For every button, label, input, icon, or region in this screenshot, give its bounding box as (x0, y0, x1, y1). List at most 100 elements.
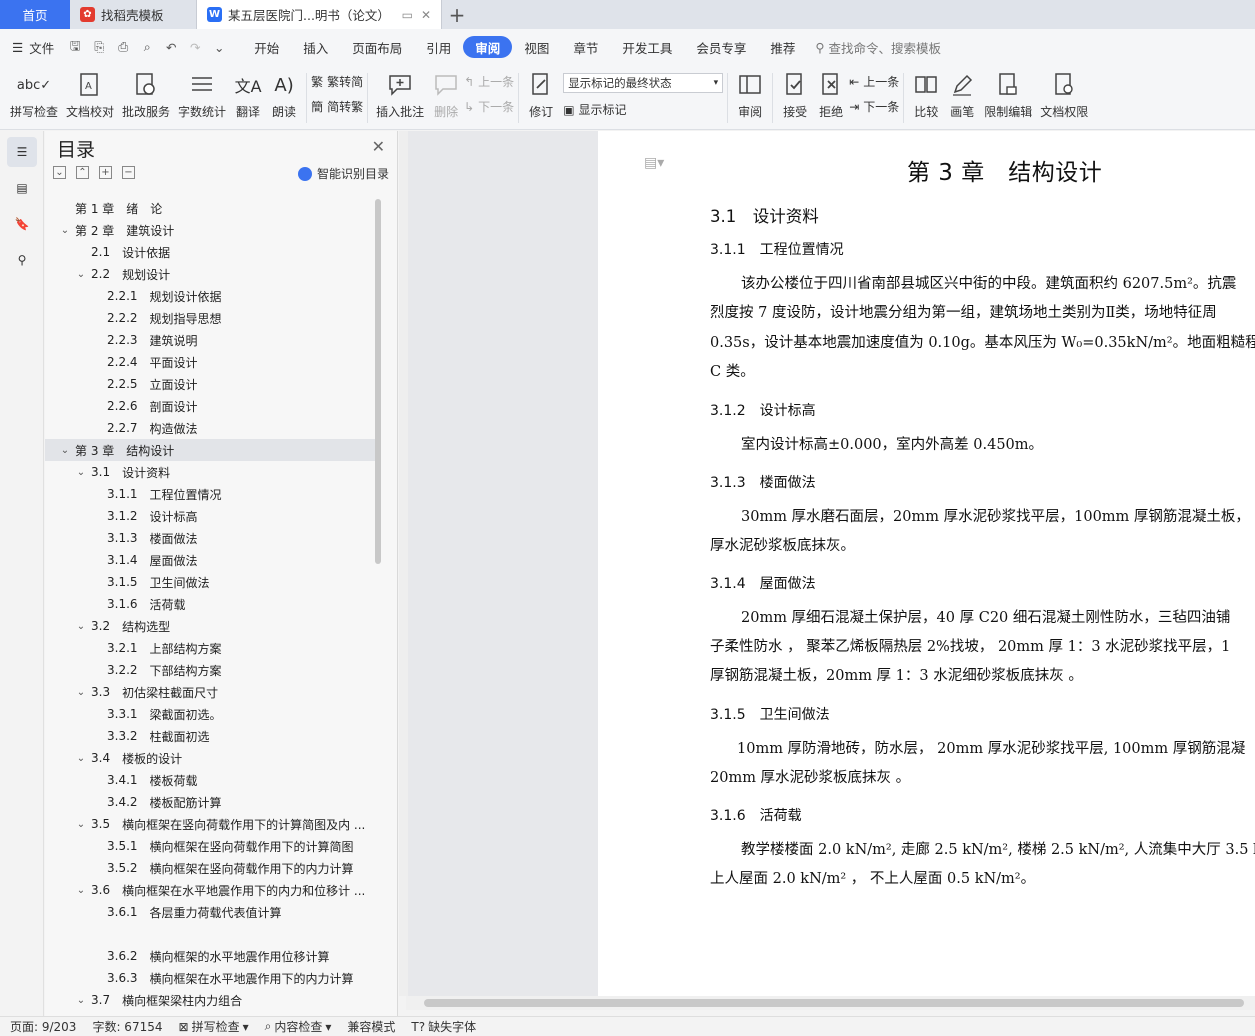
chevron-down-icon[interactable]: ⌄ (75, 995, 87, 1006)
toc-item[interactable]: ⌄ 3.1 设计资料 (45, 461, 375, 483)
spell-check-status[interactable]: ⊠ 拼写检查 ▾ (179, 1018, 249, 1035)
read-aloud-button[interactable]: A) 朗读 (266, 65, 302, 120)
document-page[interactable]: ▤▾ 第 3 章 结构设计 3.1 设计资料 3.1.1 工程位置情况 该办公楼… (598, 131, 1255, 996)
toc-item[interactable]: 2.1 设计依据 (45, 241, 375, 263)
toc-item[interactable]: 3.3.2 柱截面初选 (45, 725, 375, 747)
menu-start[interactable]: 开始 (242, 36, 291, 58)
command-search[interactable]: ⚲ 查找命令、搜索模板 (815, 38, 941, 57)
word-count-indicator[interactable]: 字数: 67154 (92, 1018, 162, 1035)
chevron-down-icon[interactable]: ⌄ (75, 621, 87, 632)
tab-pin-icon[interactable]: ▭ (402, 8, 413, 22)
prev-comment-button[interactable]: ↰ 上一条 (464, 73, 514, 90)
tab-home[interactable]: 首页 (0, 0, 70, 29)
toc-item[interactable]: 3.1.5 卫生间做法 (45, 571, 375, 593)
trad-to-simp-button[interactable]: 繁繁转简 (311, 73, 363, 90)
simp-to-trad-button[interactable]: 簡简转繁 (311, 98, 363, 115)
markup-state-select[interactable]: 显示标记的最终状态 ▾ (563, 73, 724, 93)
toc-item[interactable]: ⌄ 3.3 初估梁柱截面尺寸 (45, 681, 375, 703)
chevron-down-icon[interactable]: ⌄ (75, 885, 87, 896)
menu-recommend[interactable]: 推荐 (758, 36, 807, 58)
toc-item[interactable]: 3.6.3 横向框架在水平地震作用下的内力计算 (45, 967, 375, 989)
toc-item[interactable]: 3.1.3 楼面做法 (45, 527, 375, 549)
horizontal-scroll-thumb[interactable] (424, 999, 1244, 1007)
toc-pane-button[interactable]: ☰ (7, 137, 37, 167)
toc-item[interactable]: ⌄ 3.4 楼板的设计 (45, 747, 375, 769)
toc-item[interactable]: 3.6.1 各层重力荷载代表值计算 (45, 901, 375, 923)
chevron-down-icon[interactable]: ⌄ (59, 225, 71, 236)
save-icon[interactable]: 🖫 (66, 38, 84, 56)
tab-close-icon[interactable]: ✕ (421, 8, 431, 22)
menu-references[interactable]: 引用 (414, 36, 463, 58)
toc-item[interactable]: 3.1.1 工程位置情况 (45, 483, 375, 505)
chevron-down-icon[interactable]: ⌄ (75, 753, 87, 764)
reject-button[interactable]: 拒绝 (813, 65, 849, 120)
batch-service-button[interactable]: 批改服务 (118, 65, 174, 120)
content-check-status[interactable]: ⌕ 内容检查 ▾ (265, 1018, 332, 1035)
toc-item[interactable]: ⌄ 第 3 章结构设计 (45, 439, 375, 461)
more-icon[interactable]: ⌄ (210, 38, 228, 56)
toc-item[interactable]: 3.1.6 活荷载 (45, 593, 375, 615)
delete-comment-button[interactable]: 删除 (428, 65, 464, 120)
chevron-down-icon[interactable]: ⌄ (75, 687, 87, 698)
toc-item[interactable]: 2.2.1 规划设计依据 (45, 285, 375, 307)
spell-check-button[interactable]: abc✓ 拼写检查 (6, 65, 62, 120)
menu-developer[interactable]: 开发工具 (610, 36, 684, 58)
toc-item[interactable]: 2.2.3 建筑说明 (45, 329, 375, 351)
translate-button[interactable]: 文A 翻译 (230, 65, 266, 120)
export-pdf-icon[interactable]: ⎘ (90, 38, 108, 56)
toc-item[interactable]: 2.2.6 剖面设计 (45, 395, 375, 417)
close-icon[interactable]: ✕ (372, 137, 385, 156)
restrict-edit-button[interactable]: 限制编辑 (980, 65, 1036, 120)
tab-templates[interactable]: ✿ 找稻壳模板 (70, 0, 197, 29)
menu-member[interactable]: 会员专享 (684, 36, 758, 58)
menu-page-layout[interactable]: 页面布局 (340, 36, 414, 58)
redo-icon[interactable]: ↷ (186, 38, 204, 56)
toc-item[interactable]: 3.1.2 设计标高 (45, 505, 375, 527)
toc-item[interactable]: ⌄ 3.2 结构选型 (45, 615, 375, 637)
doc-proof-button[interactable]: A 文档校对 (62, 65, 118, 120)
toc-item[interactable]: 3.2.1 上部结构方案 (45, 637, 375, 659)
chevron-down-icon[interactable]: ⌄ (75, 819, 87, 830)
expand-all-icon[interactable]: ⌃ (76, 166, 89, 179)
review-pane-button[interactable]: 审阅 (732, 65, 768, 120)
toc-item[interactable]: 2.2.5 立面设计 (45, 373, 375, 395)
compare-button[interactable]: 比较 (908, 65, 944, 120)
toc-item[interactable]: ⌄ 3.7 横向框架梁柱内力组合 (45, 989, 375, 1011)
prev-revision-button[interactable]: ⇤ 上一条 (849, 73, 899, 90)
menu-review[interactable]: 审阅 (463, 36, 513, 58)
word-count-button[interactable]: 字数统计 (174, 65, 230, 120)
print-preview-icon[interactable]: ⌕ (138, 38, 156, 56)
add-level-icon[interactable]: + (99, 166, 112, 179)
page-indicator[interactable]: 页面: 9/203 (10, 1018, 76, 1035)
page-options-icon[interactable]: ▤▾ (644, 155, 664, 171)
toc-item[interactable]: ⌄ 2.2 规划设计 (45, 263, 375, 285)
toc-item[interactable]: ⌄ 3.6 横向框架在水平地震作用下的内力和位移计 ... (45, 879, 375, 901)
toc-item[interactable]: 第 1 章绪 论 (45, 197, 375, 219)
toc-item[interactable]: 3.5.2 横向框架在竖向荷载作用下的内力计算 (45, 857, 375, 879)
tab-document[interactable]: W 某五层医院门...明书（论文） ▭ ✕ (197, 0, 442, 29)
horizontal-scrollbar[interactable] (406, 996, 1255, 1010)
toc-scrollbar[interactable] (375, 199, 381, 564)
toc-item[interactable]: ⌄ 第 2 章建筑设计 (45, 219, 375, 241)
toc-item[interactable]: 2.2.4 平面设计 (45, 351, 375, 373)
undo-icon[interactable]: ↶ (162, 38, 180, 56)
toc-item[interactable]: 3.3.1 梁截面初选。 (45, 703, 375, 725)
next-revision-button[interactable]: ⇥ 下一条 (849, 98, 899, 115)
accept-button[interactable]: 接受 (777, 65, 813, 120)
insert-comment-button[interactable]: 插入批注 (372, 65, 428, 120)
toc-item[interactable]: 3.4.2 楼板配筋计算 (45, 791, 375, 813)
toc-item[interactable]: 3.4.1 楼板荷载 (45, 769, 375, 791)
add-tab-button[interactable]: + (442, 0, 472, 29)
chevron-down-icon[interactable]: ⌄ (59, 445, 71, 456)
remove-level-icon[interactable]: − (122, 166, 135, 179)
smart-toc-button[interactable]: 智能识别目录 (297, 165, 389, 182)
toc-item[interactable]: 3.5.1 横向框架在竖向荷载作用下的计算简图 (45, 835, 375, 857)
toc-item[interactable]: 2.2.7 构造做法 (45, 417, 375, 439)
toc-item[interactable]: 3.2.2 下部结构方案 (45, 659, 375, 681)
find-button[interactable]: ⚲ (7, 245, 37, 275)
bookmark-button[interactable]: 🔖 (7, 209, 37, 239)
missing-font-indicator[interactable]: T? 缺失字体 (411, 1018, 476, 1035)
collapse-all-icon[interactable]: ⌄ (53, 166, 66, 179)
toc-item[interactable]: 2.2.2 规划指导思想 (45, 307, 375, 329)
next-comment-button[interactable]: ↳ 下一条 (464, 98, 514, 115)
